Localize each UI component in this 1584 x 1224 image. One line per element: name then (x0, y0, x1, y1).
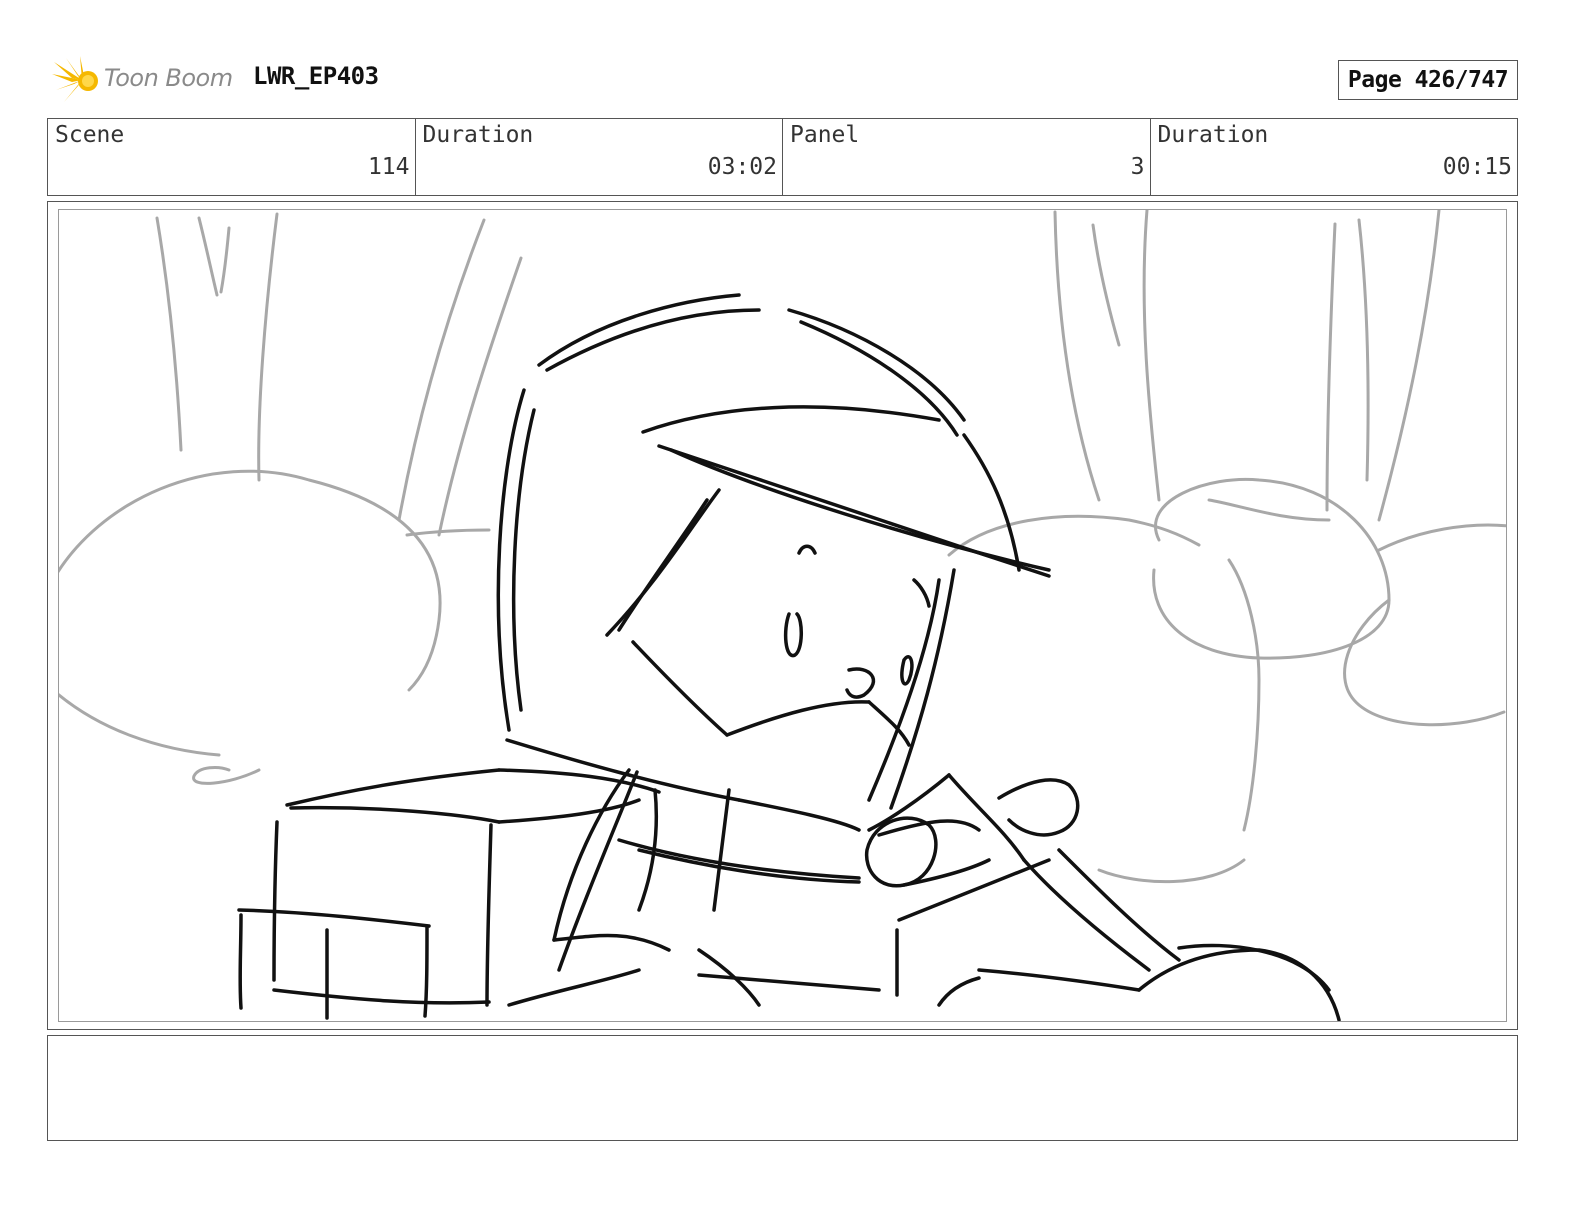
panel-duration-label: Duration (1157, 122, 1269, 148)
sunburst-icon (52, 56, 98, 102)
panel-label: Panel (790, 122, 860, 148)
panel-value: 3 (1130, 154, 1145, 180)
character-sketch (237, 293, 1341, 1021)
storyboard-panel-image (58, 209, 1507, 1022)
page-indicator: Page 426/747 (1338, 60, 1518, 100)
panel-cell: Panel 3 (783, 119, 1151, 195)
scene-duration-label: Duration (422, 122, 534, 148)
scene-duration-value: 03:02 (707, 154, 777, 180)
panel-notes (47, 1035, 1518, 1141)
panel-duration-value: 00:15 (1442, 154, 1512, 180)
project-title: LWR_EP403 (253, 62, 379, 90)
scene-duration-cell: Duration 03:02 (416, 119, 783, 195)
panel-duration-cell: Duration 00:15 (1151, 119, 1518, 195)
toon-boom-logo: Toon Boom (52, 56, 242, 106)
background-sketch (59, 210, 1506, 884)
scene-cell: Scene 114 (48, 119, 416, 195)
panel-info-table: Scene 114 Duration 03:02 Panel 3 Duratio… (47, 118, 1518, 196)
scene-value: 114 (367, 154, 410, 180)
logo-wordmark: Toon Boom (104, 64, 233, 92)
sketch-drawing (59, 210, 1506, 1021)
scene-label: Scene (55, 122, 125, 148)
